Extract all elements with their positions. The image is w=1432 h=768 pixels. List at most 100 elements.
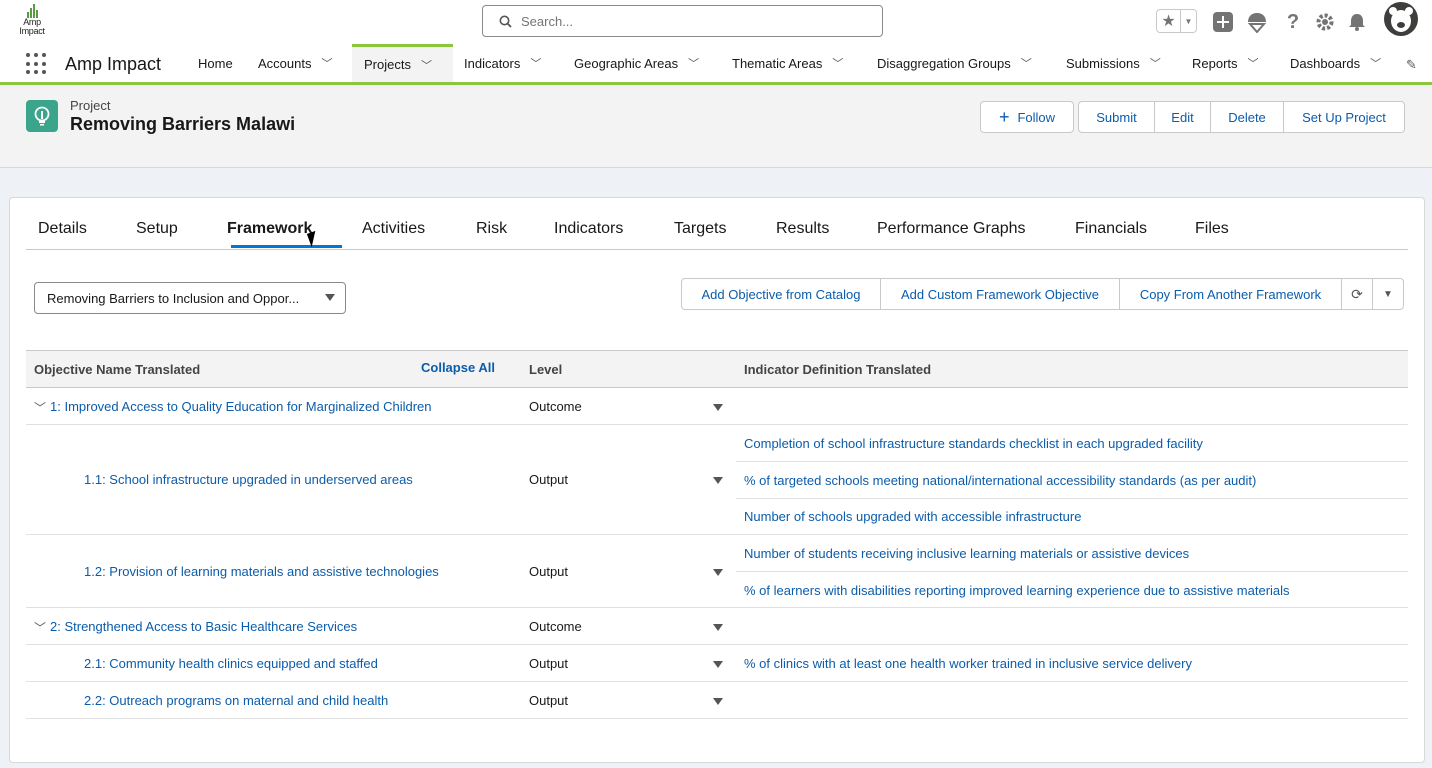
user-avatar[interactable]	[1384, 2, 1418, 36]
nav-item-geographic-areas[interactable]: Geographic Areas ﹀	[574, 44, 699, 82]
nav-item-indicators[interactable]: Indicators ﹀	[464, 44, 541, 82]
add-objective-from-catalog-button[interactable]: Add Objective from Catalog	[681, 278, 881, 310]
chevron-down-icon[interactable]: ﹀	[1248, 55, 1259, 71]
chevron-down-icon[interactable]: ﹀	[34, 399, 46, 416]
more-actions-caret-icon[interactable]: ▼	[1373, 278, 1404, 310]
table-header: Objective Name Translated Collapse All L…	[26, 350, 1408, 388]
chevron-down-icon[interactable]: ﹀	[530, 55, 541, 71]
star-icon[interactable]: ★	[1157, 10, 1181, 32]
edit-nav-pencil-icon[interactable]: ✎	[1406, 57, 1417, 73]
bell-icon[interactable]	[1345, 10, 1369, 34]
table-row: ﹀ 2: Strengthened Access to Basic Health…	[26, 608, 1408, 645]
objective-link[interactable]: 2.2: Outreach programs on maternal and c…	[84, 693, 388, 708]
caret-down-icon[interactable]	[713, 661, 723, 668]
set-up-project-button[interactable]: Set Up Project	[1284, 101, 1405, 133]
nav-item-thematic-areas[interactable]: Thematic Areas ﹀	[732, 44, 843, 82]
global-search-input[interactable]: Search...	[482, 5, 883, 37]
tab-financials[interactable]: Financials	[1075, 220, 1147, 238]
chevron-down-icon[interactable]: ﹀	[34, 619, 46, 636]
framework-select[interactable]: Removing Barriers to Inclusion and Oppor…	[34, 282, 346, 314]
level-value: Output	[529, 693, 569, 708]
help-icon[interactable]: ?	[1281, 10, 1305, 34]
avatar-bear-icon	[1389, 7, 1413, 32]
tab-targets[interactable]: Targets	[674, 220, 726, 238]
nav-item-label: Projects	[364, 57, 411, 72]
indicator-link[interactable]: Completion of school infrastructure stan…	[744, 436, 1203, 451]
caret-down-icon[interactable]	[713, 404, 723, 411]
framework-actions-group: Add Objective from Catalog Add Custom Fr…	[681, 278, 1404, 310]
nav-item-submissions[interactable]: Submissions ﹀	[1066, 44, 1161, 82]
level-value: Outcome	[529, 619, 582, 634]
objective-link[interactable]: 2.1: Community health clinics equipped a…	[84, 656, 378, 671]
add-custom-framework-objective-button[interactable]: Add Custom Framework Objective	[881, 278, 1120, 310]
indicator-cell: % of targeted schools meeting national/i…	[736, 462, 1408, 499]
tab-performance-graphs[interactable]: Performance Graphs	[877, 220, 1026, 238]
record-header: Project Removing Barriers Malawi + Follo…	[0, 88, 1432, 168]
indicator-cell: Completion of school infrastructure stan…	[736, 425, 1408, 462]
global-actions-plus-icon[interactable]	[1211, 10, 1235, 34]
indicator-link[interactable]: % of learners with disabilities reportin…	[744, 583, 1290, 598]
objective-link[interactable]: 1: Improved Access to Quality Education …	[50, 399, 432, 414]
nav-item-dashboards[interactable]: Dashboards ﹀	[1290, 44, 1381, 82]
column-header-indicator: Indicator Definition Translated	[744, 362, 932, 377]
search-icon	[499, 15, 512, 28]
table-row: 1.2: Provision of learning materials and…	[26, 535, 1408, 608]
nav-item-accounts[interactable]: Accounts ﹀	[258, 44, 332, 82]
caret-down-icon[interactable]	[713, 698, 723, 705]
chevron-down-icon[interactable]: ﹀	[421, 57, 432, 73]
collapse-all-link[interactable]: Collapse All	[421, 360, 495, 375]
caret-down-icon[interactable]	[713, 624, 723, 631]
indicator-link[interactable]: % of targeted schools meeting national/i…	[744, 473, 1256, 488]
tab-indicators[interactable]: Indicators	[554, 220, 623, 238]
nav-item-label: Home	[198, 55, 233, 71]
refresh-icon[interactable]: ⟳	[1342, 278, 1373, 310]
column-header-objective: Objective Name Translated	[34, 362, 201, 377]
indicator-link[interactable]: Number of schools upgraded with accessib…	[744, 509, 1081, 524]
nav-item-label: Disaggregation Groups	[877, 55, 1011, 71]
app-name: Amp Impact	[65, 54, 162, 74]
chevron-down-icon[interactable]: ﹀	[832, 55, 843, 71]
chevron-down-icon[interactable]: ﹀	[1021, 55, 1032, 71]
tab-details[interactable]: Details	[38, 220, 87, 238]
caret-down-icon[interactable]	[713, 569, 723, 576]
trailhead-icon[interactable]	[1245, 10, 1269, 34]
caret-down-icon[interactable]	[713, 477, 723, 484]
record-actions-group: Submit Edit Delete Set Up Project	[1078, 101, 1405, 133]
objective-link[interactable]: 2: Strengthened Access to Basic Healthca…	[50, 619, 357, 634]
indicator-link[interactable]: Number of students receiving inclusive l…	[744, 546, 1189, 561]
app-launcher-icon[interactable]	[26, 53, 48, 75]
submit-button[interactable]: Submit	[1078, 101, 1155, 133]
copy-from-another-framework-button[interactable]: Copy From Another Framework	[1120, 278, 1342, 310]
chevron-down-icon[interactable]: ▼	[1181, 10, 1196, 32]
record-tabs: Details Setup Framework Activities Risk …	[26, 198, 1408, 250]
app-logo[interactable]: Amp Impact	[12, 2, 52, 40]
nav-item-home[interactable]: Home	[198, 44, 233, 82]
chevron-down-icon[interactable]: ﹀	[688, 55, 699, 71]
objective-link[interactable]: 1.1: School infrastructure upgraded in u…	[84, 472, 413, 487]
tab-activities[interactable]: Activities	[362, 220, 425, 238]
chevron-down-icon[interactable]: ﹀	[1150, 55, 1161, 71]
indicator-link[interactable]: % of clinics with at least one health wo…	[744, 656, 1192, 671]
objective-link[interactable]: 1.2: Provision of learning materials and…	[84, 564, 439, 579]
gear-icon[interactable]	[1313, 10, 1337, 34]
tab-setup[interactable]: Setup	[136, 220, 178, 238]
nav-item-projects[interactable]: Projects ﹀	[352, 44, 453, 82]
tab-files[interactable]: Files	[1195, 220, 1229, 238]
delete-button[interactable]: Delete	[1211, 101, 1284, 133]
logo-text-line2: Impact	[19, 26, 45, 36]
chevron-down-icon[interactable]: ﹀	[1370, 55, 1381, 71]
logo-bars-icon	[12, 2, 52, 18]
record-type-label: Project	[70, 98, 111, 113]
nav-item-disaggregation-groups[interactable]: Disaggregation Groups ﹀	[877, 44, 1032, 82]
nav-item-reports[interactable]: Reports ﹀	[1192, 44, 1259, 82]
tab-risk[interactable]: Risk	[476, 220, 507, 238]
tab-framework[interactable]: Framework	[227, 220, 312, 238]
favorites-button-group[interactable]: ★ ▼	[1156, 9, 1197, 33]
follow-button[interactable]: + Follow	[980, 101, 1074, 133]
edit-button[interactable]: Edit	[1155, 101, 1211, 133]
level-value: Output	[529, 656, 569, 671]
chevron-down-icon[interactable]: ﹀	[321, 55, 332, 71]
tab-results[interactable]: Results	[776, 220, 829, 238]
project-lightbulb-icon	[26, 100, 58, 132]
framework-select-value: Removing Barriers to Inclusion and Oppor…	[47, 291, 300, 306]
